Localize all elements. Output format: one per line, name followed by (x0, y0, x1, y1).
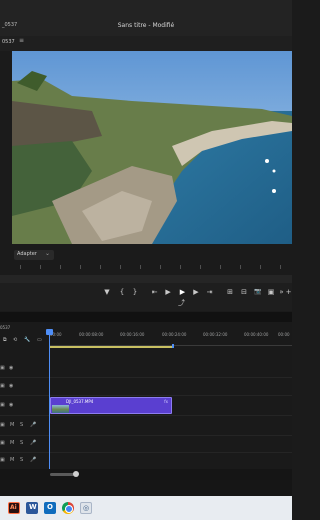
camera-icon[interactable]: 📷 (253, 287, 263, 297)
fit-zoom-select[interactable]: Adapter ⌄ (14, 250, 54, 260)
timeline-scrollbar[interactable] (0, 469, 292, 480)
mute-button[interactable]: M (10, 457, 14, 463)
track-lock-icon[interactable]: ▣ (0, 383, 5, 389)
track-header-a2: ▣ M S 🎤 (0, 437, 48, 452)
export-frame-button[interactable]: ⤴ (178, 298, 185, 308)
more-controls-button[interactable]: » (278, 287, 285, 297)
track-lock-icon[interactable]: ▣ (0, 457, 5, 463)
timeline-panel: 0537 ⧉ ⟲ 🔧 ▭ 00:00 00:00:08:00 00:00:16:… (0, 322, 292, 470)
play-button[interactable]: ▶ (178, 287, 187, 297)
microphone-icon[interactable]: 🎤 (30, 422, 36, 428)
fit-zoom-value: Adapter (17, 251, 37, 257)
outlook-icon[interactable]: O (44, 502, 56, 514)
media-app-icon[interactable]: ◎ (80, 502, 92, 514)
solo-button[interactable]: S (20, 457, 23, 463)
eye-icon[interactable]: ◉ (9, 365, 13, 371)
timecode-label: 00:00:40:00 (244, 332, 269, 337)
program-monitor-label[interactable]: 0537 (2, 39, 15, 45)
video-clip[interactable]: DJI_0537.MP4 fx (50, 397, 172, 414)
captions-icon[interactable]: ▭ (37, 337, 42, 343)
window-title: Sans titre - Modifié (117, 22, 175, 29)
overwrite-button[interactable]: ⊟ (239, 287, 249, 297)
add-button[interactable]: + (285, 287, 292, 297)
step-back-button[interactable]: ◀ (164, 287, 172, 297)
sequence-tab[interactable]: 0537 (0, 325, 10, 330)
go-to-in-button[interactable]: ⇤ (150, 287, 159, 297)
illustrator-icon-label: Ai (10, 504, 17, 511)
illustrator-icon[interactable]: Ai (8, 502, 20, 514)
go-to-out-button[interactable]: ⇥ (205, 287, 214, 297)
solo-button[interactable]: S (20, 440, 23, 446)
timecode-label: 00:00:24:00 (162, 332, 187, 337)
step-forward-button[interactable]: ▶ (192, 287, 200, 297)
title-bar: _0537 Sans titre - Modifié (0, 0, 292, 36)
linked-selection-icon[interactable]: ⟲ (13, 337, 17, 343)
monitor-controls-row: Adapter ⌄ (0, 247, 292, 263)
word-icon-label: W (29, 503, 37, 511)
timecode-label: 00:00:08:00 (79, 332, 104, 337)
timecode-label: 00:00:16:00 (120, 332, 145, 337)
mute-button[interactable]: M (10, 440, 14, 446)
video-frame-image (12, 51, 292, 244)
monitor-scrub-ruler[interactable] (0, 265, 292, 275)
eye-icon[interactable]: ◉ (9, 383, 13, 389)
track-header-a3: ▣ M S 🎤 (0, 454, 48, 469)
mute-button[interactable]: M (10, 422, 14, 428)
playhead-line[interactable] (49, 330, 50, 470)
panel-menu-icon[interactable]: ≡ (19, 37, 24, 44)
status-area (0, 480, 292, 496)
clip-name: DJI_0537.MP4 (66, 399, 94, 404)
work-area-bar[interactable] (50, 346, 174, 348)
timecode-label: 00:00 (278, 332, 290, 337)
track-lock-icon[interactable]: ▣ (0, 422, 5, 428)
microphone-icon[interactable]: 🎤 (30, 457, 36, 463)
program-monitor-header: 0537 ≡ (0, 36, 292, 51)
solo-button[interactable]: S (20, 422, 23, 428)
track-header-v2: ▣ ◉ (0, 380, 48, 395)
microphone-icon[interactable]: 🎤 (30, 440, 36, 446)
word-icon[interactable]: W (26, 502, 38, 514)
zoom-handle[interactable] (73, 471, 79, 477)
mark-out-button[interactable]: } (131, 287, 139, 297)
insert-button[interactable]: ⊞ (225, 287, 235, 297)
track-header-a1: ▣ M S 🎤 (0, 419, 48, 434)
add-marker-button[interactable]: ▼ (103, 287, 111, 297)
track-lock-icon[interactable]: ▣ (0, 365, 5, 371)
timeline-ruler[interactable]: 00:00 00:00:08:00 00:00:16:00 00:00:24:0… (50, 330, 292, 346)
track-header-v3: ▣ ◉ (0, 362, 48, 377)
panel-divider[interactable] (0, 312, 292, 322)
compare-view-button[interactable]: ▣ (267, 287, 275, 297)
outlook-icon-label: O (47, 503, 53, 511)
taskbar: Ai W O ◎ (0, 496, 292, 520)
transport-controls: ▼ { } ⇤ ◀ ▶ ▶ ⇥ ⊞ ⊟ 📷 ▣ » + ⤴ (0, 283, 292, 311)
media-app-icon-glyph: ◎ (83, 504, 90, 512)
track-lock-icon[interactable]: ▣ (0, 402, 5, 408)
sequence-end-marker (172, 344, 174, 348)
snap-icon[interactable]: ⧉ (3, 337, 7, 343)
timecode-label: 00:00:32:00 (203, 332, 228, 337)
mark-in-button[interactable]: { (118, 287, 126, 297)
eye-icon[interactable]: ◉ (9, 402, 13, 408)
chevron-down-icon: ⌄ (45, 250, 51, 257)
track-header-v1: ▣ ◉ (0, 399, 48, 414)
fx-badge: fx (164, 399, 168, 404)
track-lock-icon[interactable]: ▣ (0, 440, 5, 446)
clip-thumbnail (52, 405, 69, 413)
program-monitor-video (12, 51, 292, 244)
chrome-icon[interactable] (62, 502, 74, 514)
wrench-icon[interactable]: 🔧 (24, 337, 30, 343)
